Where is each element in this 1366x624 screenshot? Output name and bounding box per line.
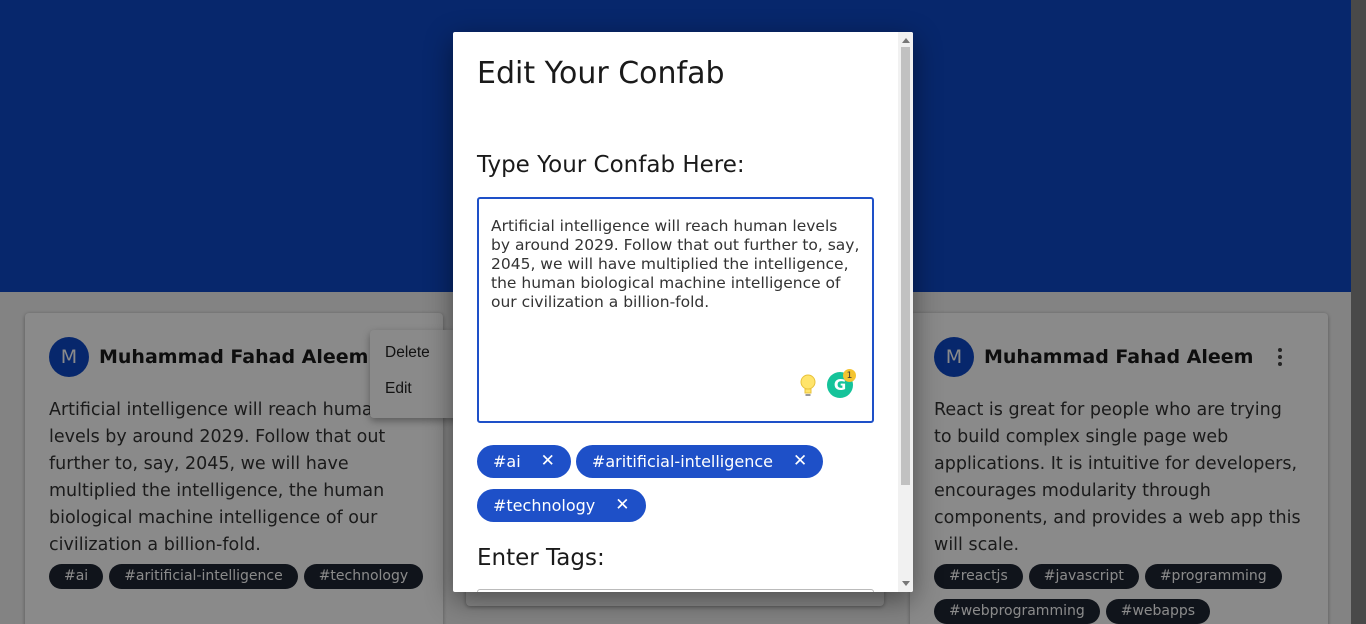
dialog-title: Edit Your Confab — [477, 56, 725, 91]
scroll-up-icon[interactable] — [902, 38, 910, 43]
tags-input[interactable] — [477, 589, 874, 592]
grammarly-count-badge: 1 — [843, 369, 856, 382]
tags-field-label: Enter Tags: — [477, 545, 605, 571]
scrollbar-thumb[interactable] — [901, 47, 910, 485]
tag-chip: #ai ✕ — [477, 445, 571, 478]
confab-field-label: Type Your Confab Here: — [477, 152, 745, 178]
tag-chip-label: #technology — [493, 496, 596, 515]
tag-chip-list: #ai ✕ #aritificial-intelligence ✕ #techn… — [477, 445, 877, 522]
dialog-scrollbar[interactable] — [898, 32, 913, 592]
close-icon[interactable]: ✕ — [615, 497, 629, 514]
tag-chip-label: #ai — [493, 452, 521, 471]
lightbulb-icon[interactable] — [797, 373, 819, 399]
tag-chip-label: #aritificial-intelligence — [591, 452, 774, 471]
scroll-down-icon[interactable] — [902, 581, 910, 586]
edit-confab-dialog: Edit Your Confab Type Your Confab Here: … — [453, 32, 913, 592]
tag-chip: #aritificial-intelligence ✕ — [575, 445, 824, 478]
close-icon[interactable]: ✕ — [793, 453, 807, 470]
close-icon[interactable]: ✕ — [541, 453, 555, 470]
tag-chip: #technology ✕ — [477, 489, 646, 522]
